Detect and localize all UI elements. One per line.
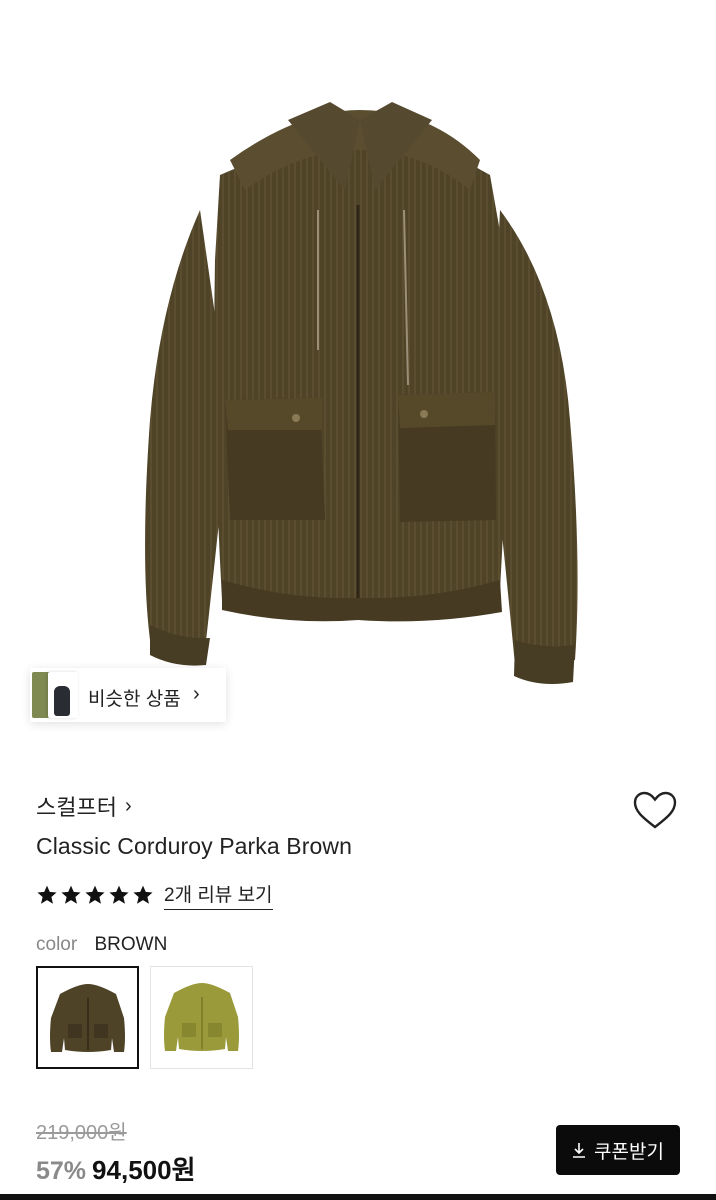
sale-price: 94,500원: [92, 1155, 196, 1185]
discount-rate: 57%: [36, 1157, 87, 1185]
jacket-illustration: [145, 102, 578, 684]
coupon-button[interactable]: 쿠폰받기: [556, 1125, 680, 1175]
rating-stars: [36, 884, 154, 906]
star-icon: [109, 885, 129, 904]
similar-products-button[interactable]: 비슷한 상품 ›: [30, 668, 226, 722]
coupon-button-label: 쿠폰받기: [594, 1141, 664, 1163]
star-icon: [37, 885, 57, 904]
download-icon: [573, 1143, 586, 1158]
brand-link[interactable]: 스컬프터 ›: [36, 790, 132, 822]
color-label: color: [36, 934, 78, 955]
product-image: 비슷한 상품 ›: [0, 0, 716, 740]
star-icon: [133, 885, 153, 904]
jacket-thumbnail-brown: [50, 984, 125, 1052]
original-price: 219,000원: [36, 1122, 127, 1144]
bottom-edge: [0, 1194, 716, 1200]
rating-row: 2개 리뷰 보기: [36, 880, 273, 910]
star-icon: [85, 885, 105, 904]
color-value: BROWN: [94, 934, 168, 955]
color-row: color BROWN: [36, 934, 167, 956]
star-icon: [61, 885, 81, 904]
jacket-thumbnail-olive: [164, 983, 239, 1051]
color-swatch-olive[interactable]: [150, 966, 253, 1069]
similar-products-label: 비슷한 상품: [88, 689, 181, 710]
product-title: Classic Corduroy Parka Brown: [36, 833, 352, 859]
chevron-right-icon: ›: [124, 794, 132, 817]
price-row: 57% 94,500원: [36, 1150, 196, 1187]
color-swatch-brown[interactable]: [36, 966, 139, 1069]
reviews-link[interactable]: 2개 리뷰 보기: [164, 880, 273, 910]
chevron-right-icon: ›: [193, 683, 200, 705]
brand-name: 스컬프터: [36, 795, 117, 820]
similar-thumb-navy: [48, 672, 78, 718]
heart-icon[interactable]: [632, 790, 678, 830]
